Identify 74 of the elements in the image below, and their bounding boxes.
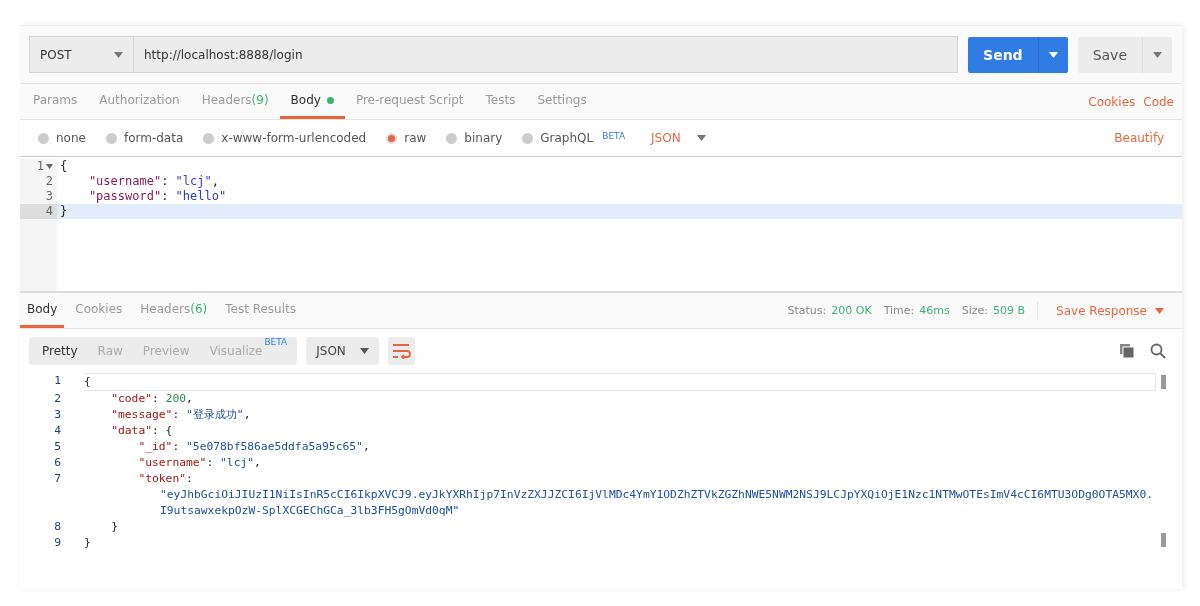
line-number: 2 xyxy=(53,391,61,407)
caret-icon xyxy=(1048,51,1058,58)
line-number: 4 xyxy=(20,204,57,219)
wrap-icon xyxy=(391,343,412,359)
line-number: 5 xyxy=(53,439,61,455)
code-line: { xyxy=(84,373,1156,391)
code-line: } xyxy=(84,535,92,551)
line-number: 3 xyxy=(53,407,61,423)
scrollbar[interactable] xyxy=(1161,533,1166,547)
line-number: 8 xyxy=(53,519,61,535)
radio-option[interactable]: none xyxy=(38,131,86,145)
link[interactable]: Cookies xyxy=(1088,94,1136,109)
radio-option[interactable]: x-www-form-urlencoded xyxy=(203,131,367,145)
code-line: "username": "lcj", xyxy=(137,455,262,471)
code-line: "data": { xyxy=(110,423,174,439)
request-tab[interactable]: Tests xyxy=(474,84,527,119)
link[interactable]: Code xyxy=(1143,94,1174,109)
caret-icon xyxy=(1153,51,1162,58)
fold-icon[interactable] xyxy=(46,164,53,169)
response-tab[interactable]: Cookies xyxy=(68,293,130,328)
radio-option[interactable]: GraphQL $^{BETA}$ xyxy=(522,131,626,145)
status-value: 200 OK xyxy=(831,304,872,317)
wrap-lines-button[interactable] xyxy=(387,337,415,365)
line-number: 9 xyxy=(53,535,61,551)
view-mode-tab[interactable]: Preview xyxy=(132,337,200,365)
status-value: 509 B xyxy=(993,304,1026,317)
code-line: "eyJhbGciOiJIUzI1NiIsInR5cCI6IkpXVCJ9.eyJkYXRhIjp7InVzZXJJZCI6IjVlMDc4YmY1ODZhZTVkZGZhNWE5NWM2NSJ9LCJpYXQiOjE1Nzc1NTMwOTEsImV4cCI6MTU3ODg0OTA5MX0.I9utsawxekpOzW-SplXCGEChGCa_3lb3FH5gOmVd0qM" xyxy=(159,487,1154,519)
view-mode-tab[interactable]: Raw xyxy=(87,337,133,365)
save-response-button[interactable]: Save Response xyxy=(1050,302,1170,319)
view-mode-tab[interactable]: Pretty xyxy=(29,337,88,365)
code-line: } xyxy=(110,519,119,535)
radio-option[interactable]: raw xyxy=(386,131,427,145)
response-tab[interactable]: Test Results xyxy=(218,293,303,328)
status-label: Status: xyxy=(787,304,827,317)
caret-icon xyxy=(696,135,706,141)
search-icon[interactable] xyxy=(1150,343,1166,359)
save-button[interactable]: Save xyxy=(1077,36,1172,73)
request-tab[interactable]: Settings xyxy=(526,84,598,119)
line-number: 4 xyxy=(53,423,61,439)
format-dropdown[interactable]: JSON xyxy=(306,337,379,365)
request-tab[interactable]: Pre-request Script xyxy=(344,84,475,119)
line-number: 6 xyxy=(53,455,61,471)
send-button[interactable]: Send xyxy=(968,36,1068,73)
code-line: "password": "hello" xyxy=(87,189,228,204)
code-line: "code": 200, xyxy=(110,391,194,407)
code-editor[interactable]: 1 { 2 "username": "lcj", 3 "password": "hello" 4 } xyxy=(20,157,1182,293)
line-number: 1 xyxy=(53,373,61,389)
request-tab[interactable]: Authorization xyxy=(88,84,191,119)
line-number: 3 xyxy=(20,189,57,204)
radio-option[interactable]: form-data xyxy=(105,131,184,145)
language-dropdown[interactable]: JSON xyxy=(645,130,712,146)
radio-option[interactable]: binary xyxy=(446,131,503,145)
caret-icon xyxy=(114,51,123,58)
beautify-link[interactable]: Beautify xyxy=(1114,131,1164,145)
code-line: "token": xyxy=(137,471,194,487)
caret-icon xyxy=(1155,307,1164,314)
request-tab[interactable]: Params xyxy=(22,84,89,119)
status-label: Time: xyxy=(883,304,915,317)
request-tab[interactable]: Headers(9) xyxy=(190,84,280,119)
code-line: "_id": "5e078bf586ae5ddfa5a95c65", xyxy=(137,439,371,455)
caret-icon xyxy=(359,348,369,354)
line-number: 1 xyxy=(20,159,57,174)
code-line: "username": "lcj", xyxy=(87,174,220,189)
code-line: { xyxy=(59,159,69,174)
url-field[interactable]: POST http://localhost:8888/login xyxy=(29,36,959,73)
status-value: 46ms xyxy=(919,304,950,317)
response-tab[interactable]: Headers(6) xyxy=(133,293,215,328)
copy-icon[interactable] xyxy=(1119,343,1135,359)
line-number: 2 xyxy=(20,174,57,189)
code-line: "message": "登录成功", xyxy=(110,407,252,423)
line-number: 7 xyxy=(53,471,61,487)
scrollbar[interactable] xyxy=(1161,375,1166,389)
status-label: Size: xyxy=(961,304,989,317)
editor-gutter xyxy=(20,219,57,291)
